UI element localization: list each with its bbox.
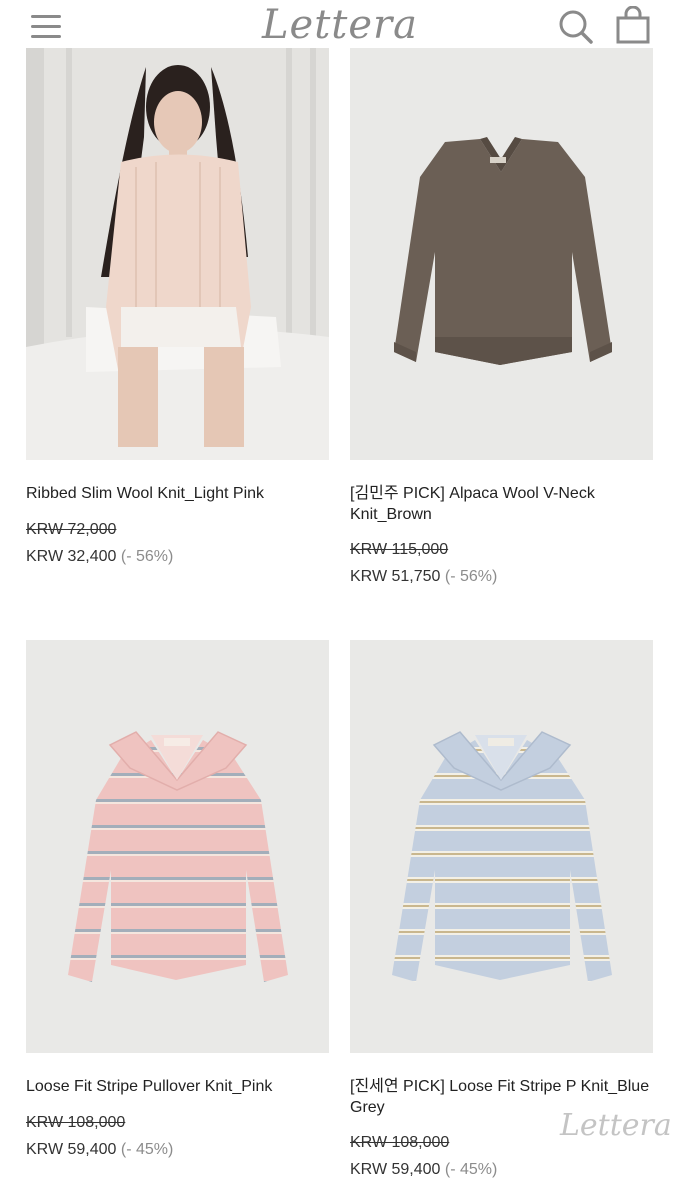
product-image[interactable] xyxy=(350,47,653,460)
discount-rate: (- 45%) xyxy=(120,1141,174,1158)
product-name[interactable]: [김민주 PICK] Alpaca Wool V-Neck Knit_Brown xyxy=(350,483,653,525)
sale-price: KRW 59,400 (- 45%) xyxy=(26,1141,173,1159)
product-image[interactable] xyxy=(26,47,329,460)
brand-watermark: Lettera xyxy=(560,1108,672,1143)
site-header: Lettera xyxy=(0,0,680,48)
original-price: KRW 108,000 xyxy=(350,1134,450,1151)
product-image[interactable] xyxy=(26,640,329,1053)
discount-rate: (- 56%) xyxy=(444,568,498,585)
search-icon[interactable] xyxy=(556,6,596,46)
discount-rate: (- 56%) xyxy=(120,548,174,565)
cart-icon[interactable] xyxy=(612,5,654,46)
sale-price-value: KRW 59,400 xyxy=(26,1141,117,1158)
sale-price: KRW 51,750 (- 56%) xyxy=(350,568,497,586)
original-price: KRW 72,000 xyxy=(26,521,117,538)
sale-price-value: KRW 32,400 xyxy=(26,548,117,565)
sale-price: KRW 32,400 (- 56%) xyxy=(26,548,173,566)
product-name[interactable]: Loose Fit Stripe Pullover Knit_Pink xyxy=(26,1076,329,1097)
original-price: KRW 108,000 xyxy=(26,1114,126,1131)
product-image[interactable] xyxy=(350,640,653,1053)
sale-price: KRW 59,400 (- 45%) xyxy=(350,1161,497,1179)
product-name[interactable]: Ribbed Slim Wool Knit_Light Pink xyxy=(26,483,329,504)
sale-price-value: KRW 59,400 xyxy=(350,1161,441,1178)
sale-price-value: KRW 51,750 xyxy=(350,568,441,585)
original-price: KRW 115,000 xyxy=(350,541,449,558)
discount-rate: (- 45%) xyxy=(444,1161,498,1178)
